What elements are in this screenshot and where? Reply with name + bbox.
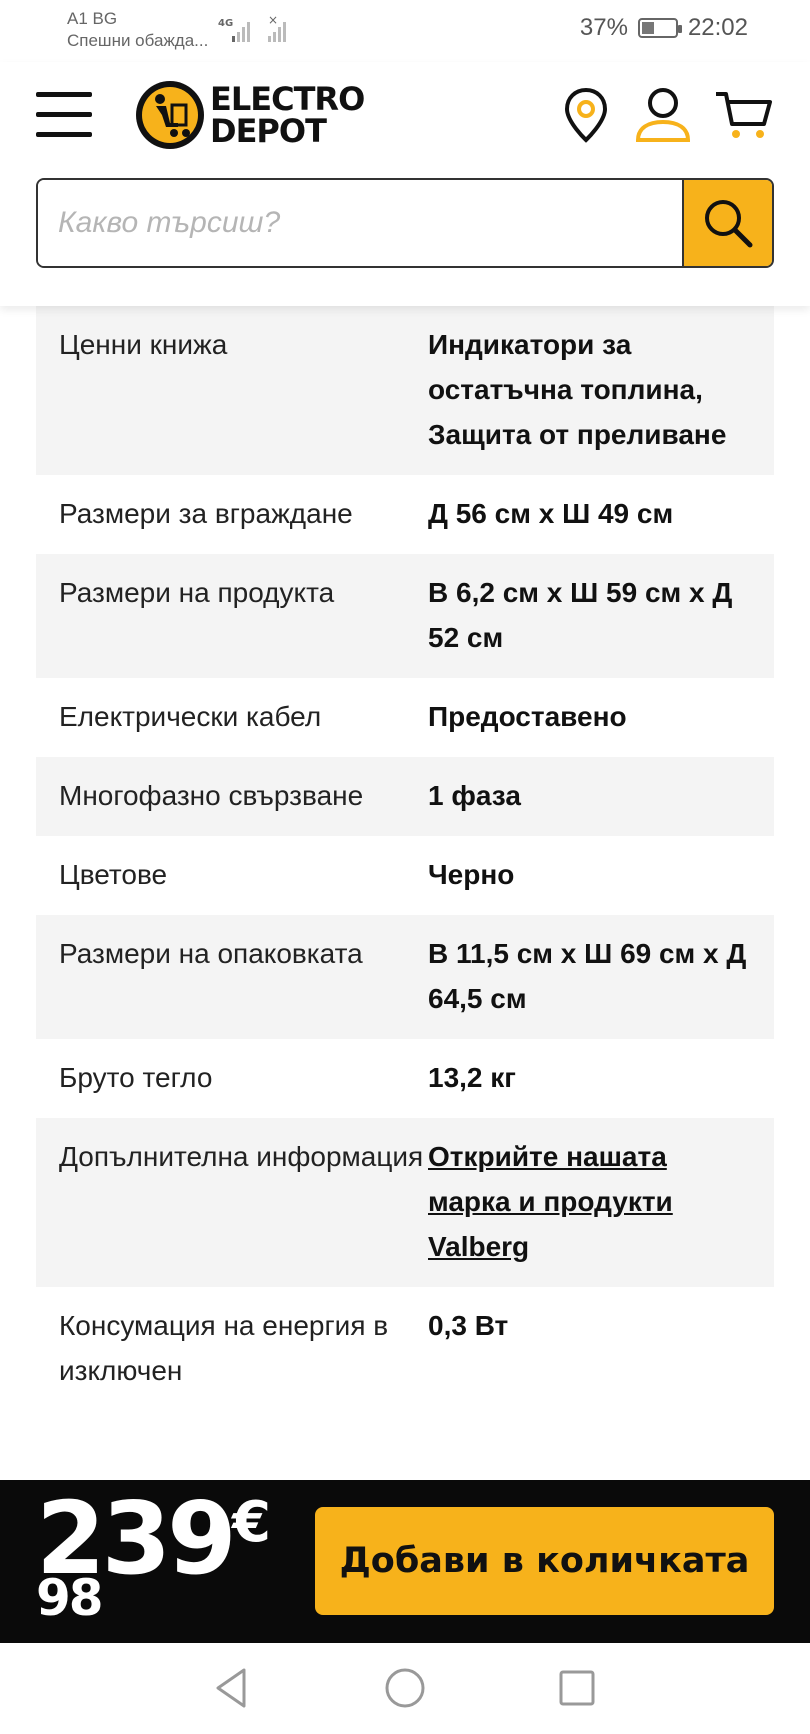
user-icon[interactable]: [633, 84, 693, 144]
table-row: Размери на продукта В 6,2 см x Ш 59 см x…: [36, 554, 774, 678]
spec-label: Ценни книжа: [59, 329, 228, 360]
carrier-name: A1 BG: [67, 9, 118, 28]
table-row: Размери на опаковката В 11,5 см x Ш 69 с…: [36, 915, 774, 1039]
spec-value: Открийте нашата марка и продукти Valberg: [428, 1134, 750, 1269]
svg-text:×: ×: [268, 14, 278, 27]
status-bar: A1 BG Спешни обажда... 4G × 37% 22:02: [0, 0, 810, 62]
search-icon: [705, 200, 753, 248]
spec-value: Черно: [428, 859, 515, 890]
spec-value: 0,3 Вт: [428, 1310, 509, 1341]
system-nav-bar: [0, 1643, 810, 1734]
search-bar: [36, 178, 774, 268]
spec-label: Електрически кабел: [59, 701, 322, 732]
spec-label: Размери на опаковката: [59, 938, 363, 969]
logo-line-2: DEPOT: [210, 112, 327, 150]
table-row: Допълнителна информация Открийте нашата …: [36, 1118, 774, 1287]
location-pin-icon[interactable]: [556, 84, 616, 144]
logo-mark-icon: [136, 81, 204, 149]
add-to-cart-button[interactable]: Добави в количката: [315, 1507, 774, 1615]
electro-depot-logo[interactable]: ELECTRO DEPOT: [134, 77, 394, 153]
battery-percent: 37%: [579, 14, 628, 41]
carrier-sub: Спешни обажда...: [67, 31, 209, 50]
spec-value: Д 56 см x Ш 49 см: [428, 498, 674, 529]
back-icon[interactable]: [210, 1666, 254, 1710]
spec-label: Допълнителна информация: [59, 1141, 424, 1172]
spec-value: 1 фаза: [428, 780, 521, 811]
recent-apps-icon[interactable]: [555, 1666, 599, 1710]
table-row: Многофазно свързване 1 фаза: [36, 757, 774, 836]
logo-line-1: ELECTRO: [210, 80, 365, 118]
spec-label: Размери на продукта: [59, 577, 335, 608]
price-currency: €: [232, 1490, 271, 1555]
spec-value: В 6,2 см x Ш 59 см x Д 52 см: [428, 577, 733, 653]
network-label: 4G: [218, 18, 233, 29]
spec-value: Предоставено: [428, 701, 627, 732]
table-row: Консумация на енергия в изключен 0,3 Вт: [36, 1287, 774, 1411]
valberg-brand-link[interactable]: Открийте нашата марка и продукти Valberg: [428, 1141, 673, 1262]
cart-icon[interactable]: [714, 84, 774, 144]
specifications-table: Ценни книжа Индикатори за остатъчна топл…: [36, 306, 774, 1411]
battery-icon: [637, 18, 682, 38]
carrier-info: A1 BG Спешни обажда...: [67, 8, 208, 52]
table-row: Електрически кабел Предоставено: [36, 678, 774, 757]
buy-bar: 239 98 € Добави в количката: [0, 1480, 810, 1643]
spec-label: Консумация на енергия в изключен: [59, 1310, 389, 1386]
table-row: Бруто тегло 13,2 кг: [36, 1039, 774, 1118]
home-icon[interactable]: [383, 1666, 427, 1710]
site-header: ELECTRO DEPOT: [0, 62, 810, 306]
spec-value: 13,2 кг: [428, 1062, 516, 1093]
spec-label: Цветове: [59, 859, 168, 890]
search-input[interactable]: [38, 180, 682, 266]
table-row: Цветове Черно: [36, 836, 774, 915]
table-row: Размери за вграждане Д 56 см x Ш 49 см: [36, 475, 774, 554]
price-cents: 98: [36, 1569, 104, 1627]
search-button[interactable]: [682, 180, 772, 266]
spec-label: Бруто тегло: [59, 1062, 213, 1093]
spec-value: Индикатори за остатъчна топлина, Защита …: [428, 329, 727, 450]
spec-label: Размери за вграждане: [59, 498, 353, 529]
menu-icon[interactable]: [36, 92, 92, 138]
signal-icon: 4G ×: [218, 13, 298, 51]
table-row: Ценни книжа Индикатори за остатъчна топл…: [36, 306, 774, 475]
clock: 22:02: [687, 14, 748, 41]
spec-value: В 11,5 см x Ш 69 см x Д 64,5 см: [428, 938, 747, 1014]
spec-label: Многофазно свързване: [59, 780, 364, 811]
status-right: 37% 22:02: [580, 14, 748, 42]
logo-text: ELECTRO DEPOT: [210, 80, 365, 150]
